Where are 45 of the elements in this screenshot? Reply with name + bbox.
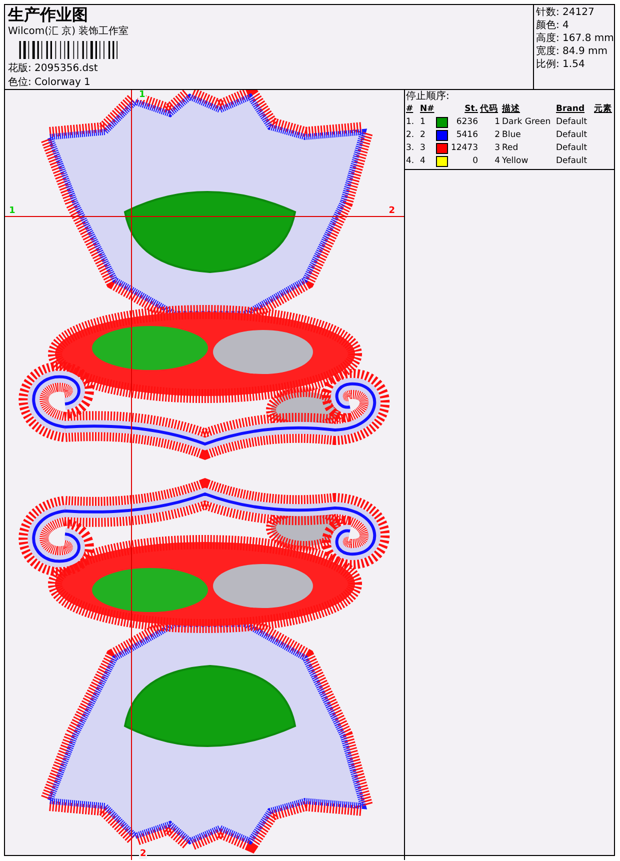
stitch-count: 0 — [472, 155, 478, 168]
worksheet-title: 生产作业图 — [8, 5, 89, 24]
stop-sequence-title: 停止顺序: — [406, 90, 450, 103]
column-header: Brand — [556, 103, 586, 116]
needle-number: 1 — [420, 116, 426, 129]
stat-text: 高度: 167.8 mm — [536, 32, 612, 45]
color-code: 2 — [494, 129, 500, 142]
row-index: 2. — [406, 129, 416, 142]
column-header: 描述 — [502, 103, 521, 116]
needle-number: 3 — [420, 142, 426, 155]
column-header: # — [406, 103, 414, 116]
row-index: 1. — [406, 116, 416, 129]
column-header: 元素 — [594, 103, 613, 116]
column-header: 代码 — [480, 103, 499, 116]
thread-brand: Default — [556, 129, 588, 142]
needle-number: 4 — [420, 155, 426, 168]
crosshair-marker: 1 — [138, 90, 146, 100]
color-code: 3 — [494, 142, 500, 155]
stitch-count: 12473 — [450, 142, 478, 155]
row-index: 4. — [406, 155, 416, 168]
crosshair-marker: 2 — [388, 206, 396, 216]
stat-text: 颜色: 4 — [536, 19, 570, 32]
color-description: Red — [502, 142, 520, 155]
column-header: St. — [464, 103, 478, 116]
crosshair-marker: 1 — [8, 206, 16, 216]
stitch-count: 6236 — [455, 116, 478, 129]
color-description: Blue — [502, 129, 522, 142]
thread-brand: Default — [556, 116, 588, 129]
thread-brand: Default — [556, 142, 588, 155]
stat-text: 宽度: 84.9 mm — [536, 45, 608, 58]
row-index: 3. — [406, 142, 416, 155]
stitch-count: 5416 — [455, 129, 478, 142]
needle-number: 2 — [420, 129, 426, 142]
design-file: 花版: 2095356.dst — [8, 62, 99, 75]
color-description: Dark Green — [502, 116, 552, 129]
stat-text: 针数: 24127 — [536, 6, 596, 19]
colorway-label: 色位: Colorway 1 — [8, 76, 92, 89]
column-header: N# — [420, 103, 434, 116]
stat-text: 比例: 1.54 — [536, 58, 586, 71]
color-description: Yellow — [502, 155, 530, 168]
company-name: Wilcom(汇 京) 装饰工作室 — [8, 25, 130, 38]
color-code: 1 — [494, 116, 500, 129]
crosshair-marker: 2 — [139, 849, 148, 859]
color-code: 4 — [494, 155, 500, 168]
thread-brand: Default — [556, 155, 588, 168]
